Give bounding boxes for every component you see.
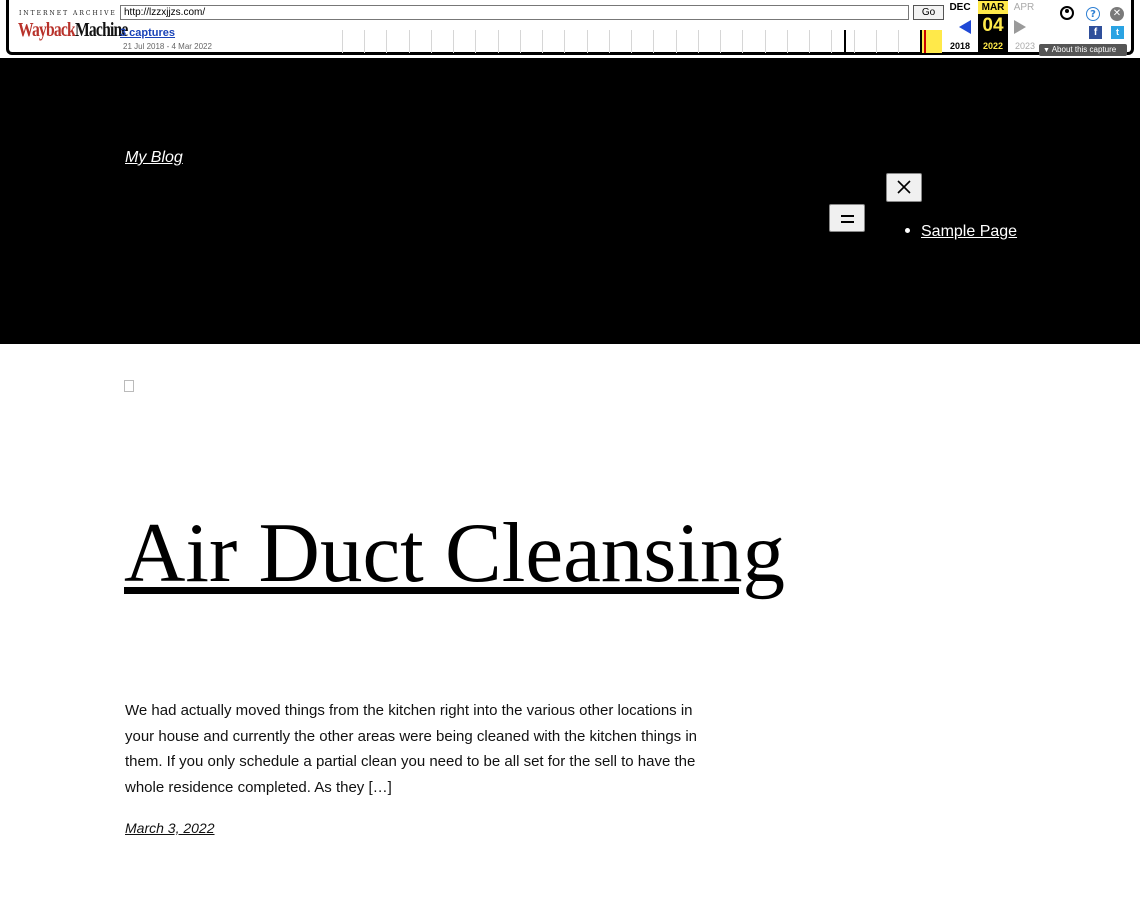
sparkline-tick: [676, 30, 677, 53]
sparkline-tick: [564, 30, 565, 53]
sparkline-tick: [364, 30, 365, 53]
wayback-url-input[interactable]: http://lzzxjjzs.com/: [120, 5, 909, 20]
caret-down-icon: ▼: [1043, 47, 1050, 54]
post-excerpt: We had actually moved things from the ki…: [125, 702, 698, 797]
header-image: Illustration of a bird flying.: [124, 377, 304, 397]
sparkline-tick: [898, 30, 899, 53]
site-header: My Blog Sample Page Illustration of a bi…: [0, 58, 1140, 395]
sparkline-tick: [631, 30, 632, 53]
nav-link-sample-page[interactable]: Sample Page: [921, 223, 1017, 240]
sparkline-capture-2022-b[interactable]: [924, 30, 926, 53]
sparkline-capture-2022-a[interactable]: [920, 30, 922, 53]
user-account-icon[interactable]: [1060, 6, 1074, 20]
facebook-share-icon[interactable]: f: [1089, 26, 1102, 39]
nav-item: Sample Page: [905, 221, 1017, 241]
sparkline-tick: [809, 30, 810, 53]
sparkline-tick: [876, 30, 877, 53]
current-month: MAR: [978, 1, 1008, 14]
sparkline-tick: [698, 30, 699, 53]
sparkline-tick: [787, 30, 788, 53]
primary-nav: Sample Page: [905, 221, 1017, 241]
site-title-link[interactable]: My Blog: [125, 149, 183, 167]
sparkline-tick: [653, 30, 654, 53]
prev-month[interactable]: DEC: [945, 2, 975, 13]
current-year: 2022: [982, 41, 1004, 51]
list-bullet: [905, 228, 910, 233]
sparkline-tick: [498, 30, 499, 53]
wayback-toolbar: INTERNET ARCHIVE WaybackMachine http://l…: [0, 0, 1140, 58]
sparkline-tick: [342, 30, 343, 53]
broken-image-icon: [124, 380, 134, 392]
header-image-alt: Illustration of a bird flying.: [134, 378, 305, 395]
wayback-captures-link[interactable]: 3 captures: [120, 27, 175, 39]
sparkline-tick: [742, 30, 743, 53]
post-date-link[interactable]: March 3, 2022: [125, 820, 215, 836]
wayback-go-button[interactable]: Go: [913, 5, 944, 20]
next-capture-arrow-icon: [1014, 20, 1026, 34]
sparkline-tick: [431, 30, 432, 53]
wayback-logo-red: Wayback: [18, 19, 76, 41]
help-icon[interactable]: ?: [1086, 7, 1100, 21]
sparkline-tick: [520, 30, 521, 53]
current-day: 04: [982, 15, 1004, 36]
sparkline-tick: [475, 30, 476, 53]
wayback-capture-range: 21 Jul 2018 - 4 Mar 2022: [123, 42, 212, 51]
about-capture-label: About this capture: [1051, 45, 1117, 54]
sparkline-tick: [831, 30, 832, 53]
sparkline-capture-2018[interactable]: [844, 30, 846, 53]
sparkline-tick: [453, 30, 454, 53]
prev-capture-arrow-icon[interactable]: [959, 20, 971, 34]
wayback-logo[interactable]: WaybackMachine: [18, 19, 128, 41]
sparkline-tick: [609, 30, 610, 53]
next-month: APR: [1013, 2, 1035, 13]
menu-open-button[interactable]: [829, 204, 865, 232]
prev-year[interactable]: 2018: [945, 41, 975, 51]
twitter-share-icon[interactable]: t: [1111, 26, 1124, 39]
wayback-logo-caption: INTERNET ARCHIVE: [19, 10, 117, 17]
wayback-sparkline[interactable]: [342, 28, 942, 54]
sparkline-tick: [409, 30, 410, 53]
menu-close-button[interactable]: [886, 173, 922, 202]
sparkline-tick: [587, 30, 588, 53]
close-toolbar-icon[interactable]: ✕: [1110, 7, 1124, 21]
next-year: 2023: [1014, 41, 1036, 51]
sparkline-tick: [386, 30, 387, 53]
post-title-link[interactable]: Air Duct Cleansing: [124, 498, 785, 608]
sparkline-tick: [720, 30, 721, 53]
close-icon: [897, 180, 911, 194]
sparkline-tick: [765, 30, 766, 53]
sparkline-tick: [542, 30, 543, 53]
sparkline-tick: [854, 30, 855, 53]
about-capture-button[interactable]: ▼ About this capture: [1039, 44, 1127, 56]
